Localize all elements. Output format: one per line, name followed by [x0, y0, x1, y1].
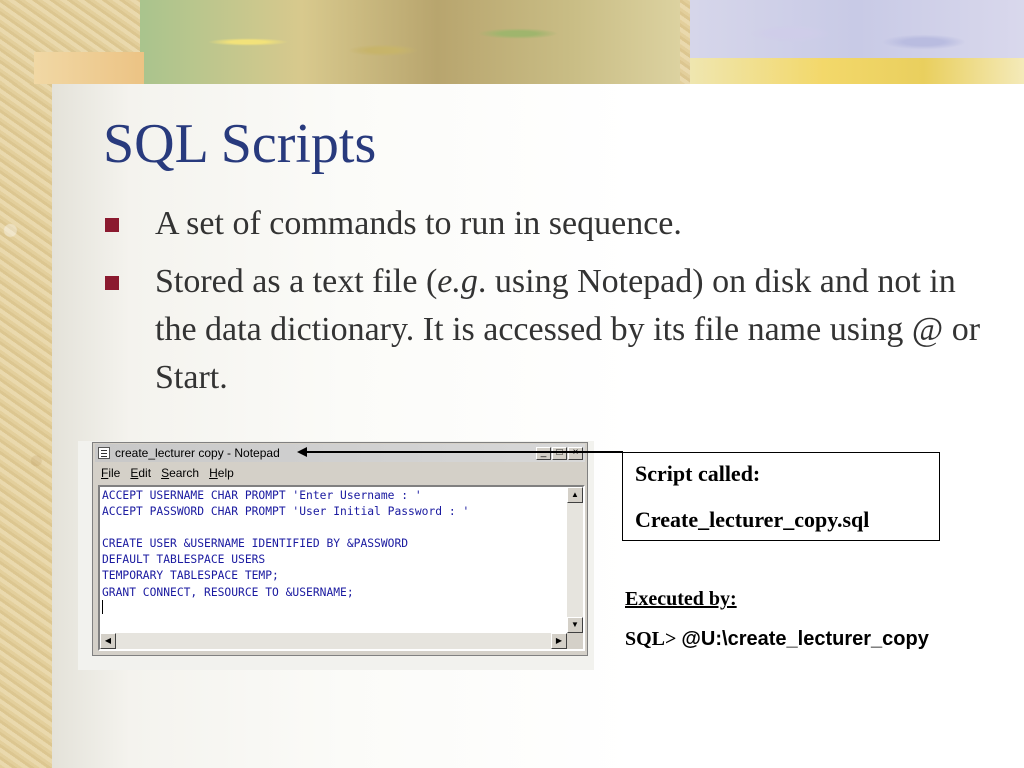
menu-help[interactable]: Help	[209, 466, 234, 480]
bullet-list: A set of commands to run in sequence. St…	[103, 200, 983, 412]
banner-orange-block	[34, 52, 144, 84]
notepad-menubar: File Edit Search Help	[97, 464, 234, 482]
banner-leaves-image	[140, 0, 680, 84]
sql-prompt: SQL>	[625, 628, 682, 650]
scroll-left-icon[interactable]: ◀	[100, 633, 116, 649]
script-name-box: Script called: Create_lecturer_copy.sql	[622, 452, 940, 541]
bullet-text-italic: e.g	[437, 263, 478, 300]
banner-gold-band	[690, 58, 1024, 84]
bullet-text: Stored as a text file (e.g. using Notepa…	[155, 263, 980, 396]
execute-command: SQL> @U:\create_lecturer_copy	[625, 628, 929, 651]
script-path: @U:\create_lecturer_copy	[681, 628, 929, 650]
menu-file[interactable]: File	[101, 466, 120, 480]
horizontal-scrollbar[interactable]: ◀ ▶	[100, 633, 567, 649]
minimize-icon[interactable]: _	[536, 446, 551, 460]
notepad-text-area[interactable]: ACCEPT USERNAME CHAR PROMPT 'Enter Usern…	[98, 485, 585, 651]
notepad-icon[interactable]	[98, 447, 110, 459]
script-content[interactable]: ACCEPT USERNAME CHAR PROMPT 'Enter Usern…	[102, 488, 564, 629]
decorative-banner	[0, 0, 1024, 84]
arrow-left-icon	[297, 447, 307, 457]
scrollbar-corner	[567, 633, 583, 649]
notepad-title: create_lecturer copy - Notepad	[115, 446, 280, 460]
pointer-arrow-line	[305, 451, 623, 453]
text-caret	[102, 600, 103, 614]
notepad-titlebar[interactable]: create_lecturer copy - Notepad _ □ ×	[95, 444, 585, 462]
executed-by-label: Executed by:	[625, 588, 737, 610]
close-icon[interactable]: ×	[568, 446, 583, 460]
parchment-strip	[0, 0, 52, 768]
script-called-label: Script called:	[635, 461, 761, 486]
vertical-scrollbar[interactable]: ▲ ▼	[567, 487, 583, 633]
maximize-icon[interactable]: □	[552, 446, 567, 460]
scroll-right-icon[interactable]: ▶	[551, 633, 567, 649]
bullet-square-icon	[105, 276, 119, 290]
scroll-down-icon[interactable]: ▼	[567, 617, 583, 633]
window-controls: _ □ ×	[536, 446, 583, 460]
bullet-item: A set of commands to run in sequence.	[103, 200, 983, 248]
slide-title: SQL Scripts	[103, 113, 377, 175]
bullet-square-icon	[105, 218, 119, 232]
bullet-text-pre: Stored as a text file (	[155, 263, 438, 300]
bullet-text: A set of commands to run in sequence.	[155, 205, 682, 242]
menu-edit[interactable]: Edit	[130, 466, 151, 480]
menu-search[interactable]: Search	[161, 466, 199, 480]
script-filename: Create_lecturer_copy.sql	[635, 507, 870, 532]
bullet-item: Stored as a text file (e.g. using Notepa…	[103, 258, 983, 402]
notepad-window: create_lecturer copy - Notepad _ □ × Fil…	[92, 442, 588, 656]
scroll-up-icon[interactable]: ▲	[567, 487, 583, 503]
